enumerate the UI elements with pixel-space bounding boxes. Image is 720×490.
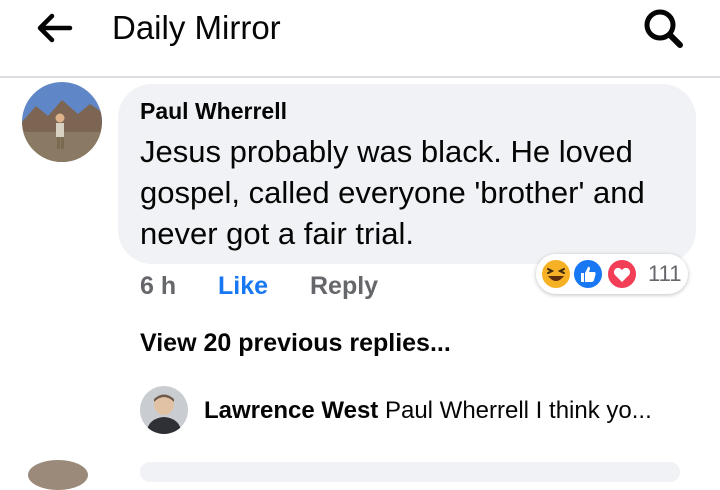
comment-text: Jesus probably was black. He loved gospe… — [140, 134, 645, 251]
reply-button[interactable]: Reply — [310, 271, 378, 301]
reply-author[interactable]: Lawrence West — [204, 397, 378, 424]
view-previous-replies-link[interactable]: View 20 previous replies... — [140, 328, 451, 358]
search-icon[interactable] — [640, 6, 688, 50]
reply-avatar[interactable] — [140, 386, 188, 434]
arrow-left-icon[interactable] — [36, 12, 76, 44]
reaction-count: 111 — [648, 261, 682, 286]
love-icon — [606, 258, 638, 290]
avatar[interactable] — [22, 82, 102, 162]
like-button[interactable]: Like — [218, 271, 268, 301]
page-title: Daily Mirror — [112, 9, 281, 46]
reactions-summary[interactable]: 111 — [536, 254, 688, 294]
next-comment-avatar — [28, 460, 88, 490]
reply-text: Paul Wherrell I think yo... — [384, 397, 652, 424]
comment-timestamp[interactable]: 6 h — [140, 271, 176, 301]
header-divider — [0, 76, 720, 78]
top-bar: Daily Mirror — [0, 0, 720, 76]
haha-icon — [540, 258, 572, 290]
comment-author[interactable]: Paul Wherrell — [140, 96, 287, 126]
next-comment-bubble — [140, 462, 680, 482]
like-icon — [572, 258, 604, 290]
reply-preview[interactable]: Lawrence West Paul Wherrell I think yo..… — [204, 396, 652, 426]
